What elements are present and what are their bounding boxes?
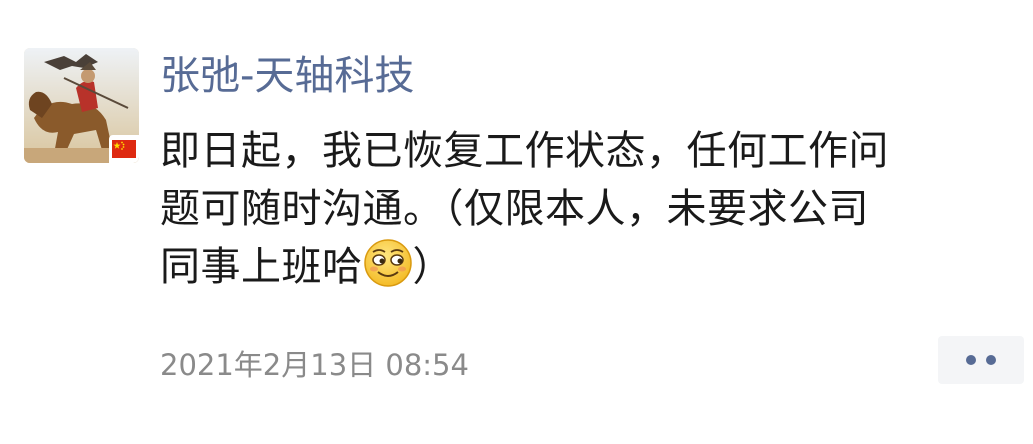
more-dots-icon[interactable]	[938, 336, 1024, 384]
post-timestamp: 2021年2月13日 08:54	[160, 348, 469, 382]
content-text: 同事上班哈	[160, 244, 363, 290]
content-tail: ）	[412, 244, 453, 290]
dot	[986, 355, 996, 365]
content-line: 即日起，我已恢复工作状态，任何工作问	[160, 128, 889, 174]
grinning-squint-emoji-icon	[363, 238, 413, 288]
post-content: 即日起，我已恢复工作状态，任何工作问 题可随时沟通。（仅限本人，未要求公司 同事…	[160, 122, 1000, 296]
content-line: 题可随时沟通。（仅限本人，未要求公司	[160, 186, 869, 232]
avatar[interactable]	[24, 48, 139, 163]
dot	[966, 355, 976, 365]
author-name[interactable]: 张弛-天轴科技	[160, 48, 414, 104]
moments-post: 张弛-天轴科技 即日起，我已恢复工作状态，任何工作问 题可随时沟通。（仅限本人，…	[0, 0, 1033, 444]
china-flag-icon	[109, 135, 139, 163]
content-line-last: 同事上班哈 ）	[160, 238, 1000, 296]
